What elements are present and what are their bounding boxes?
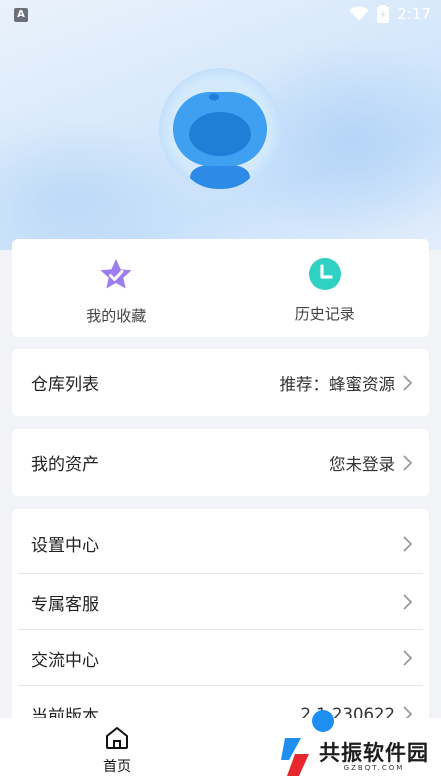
history-label: 历史记录 (294, 305, 355, 323)
chevron-right-icon (403, 454, 413, 471)
customer-service-row[interactable]: 专属客服 (12, 574, 429, 630)
wifi-icon (349, 6, 370, 21)
customer-service-label: 专属客服 (31, 594, 99, 615)
settings-menu-card: 设置中心 专属客服 交流中心 当前版本 2.1.230622 (12, 509, 429, 739)
default-avatar-icon (170, 79, 270, 189)
history-button[interactable]: 历史记录 (221, 239, 430, 337)
chevron-right-icon (403, 650, 413, 666)
notification-app-icon: A (14, 8, 28, 22)
assets-row[interactable]: 我的资产 您未登录 (12, 429, 429, 496)
watermark-subtext: GZBQT.COM (343, 764, 405, 772)
status-bar: A 2:17 (0, 0, 441, 30)
tab-home-label: 首页 (103, 759, 131, 775)
login-status-value: 您未登录 (329, 454, 395, 474)
chevron-right-icon (403, 374, 413, 391)
battery-icon (377, 5, 390, 23)
repo-list-label: 仓库列表 (31, 375, 99, 395)
settings-center-row[interactable]: 设置中心 (12, 509, 429, 574)
favorites-label: 我的收藏 (86, 307, 147, 325)
repo-list-row[interactable]: 仓库列表 推荐：蜂蜜资源 (12, 349, 429, 416)
repo-recommend-value: 推荐：蜂蜜资源 (279, 374, 396, 394)
watermark-text: 共振软件园 (319, 741, 429, 765)
repo-list-card: 仓库列表 推荐：蜂蜜资源 (12, 349, 429, 416)
settings-center-label: 设置中心 (31, 536, 99, 556)
tab-indicator-dot (312, 710, 334, 732)
watermark-logo-icon (281, 738, 309, 776)
assets-label: 我的资产 (31, 455, 99, 475)
home-icon (106, 727, 128, 749)
favorites-button[interactable]: 我的收藏 (12, 239, 221, 337)
star-favorite-icon (100, 259, 132, 289)
bottom-navigation: 首页 共振软件园 GZBQT.COM (0, 710, 441, 784)
clock-history-icon (308, 258, 341, 290)
chevron-right-icon (403, 535, 413, 552)
community-row[interactable]: 交流中心 (12, 630, 429, 686)
tab-home[interactable]: 首页 (94, 726, 140, 776)
status-time: 2:17 (397, 5, 431, 23)
avatar[interactable] (159, 68, 281, 190)
site-watermark: 共振软件园 GZBQT.COM (279, 736, 429, 778)
assets-card: 我的资产 您未登录 (12, 429, 429, 496)
quick-actions-card: 我的收藏 历史记录 (12, 239, 429, 337)
chevron-right-icon (403, 594, 413, 610)
community-label: 交流中心 (31, 650, 99, 671)
